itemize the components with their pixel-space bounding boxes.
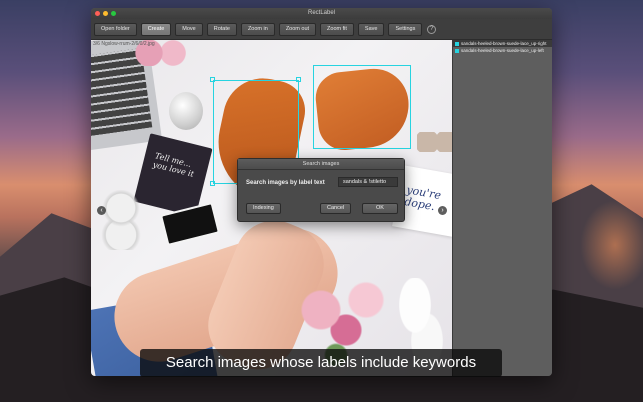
next-image-icon[interactable]: › — [438, 206, 447, 215]
dialog-title: Search images — [238, 159, 404, 170]
open-folder-button[interactable]: Open folder — [94, 22, 137, 36]
toolbar: Open folder Create Move Rotate Zoom in Z… — [91, 19, 552, 40]
search-label: Search images by label text — [246, 180, 325, 186]
window-title: RectLabel — [307, 10, 336, 16]
label-text: sandals-heeled-brown-suede-lace_up-left — [461, 48, 544, 53]
zoom-out-button[interactable]: Zoom out — [278, 22, 317, 36]
photo-kettle — [169, 92, 203, 130]
bbox-handle[interactable] — [210, 181, 215, 186]
label-color-swatch — [455, 41, 459, 46]
sunset-glow — [580, 200, 643, 290]
bounding-box-right[interactable] — [313, 65, 411, 149]
zoom-fit-button[interactable]: Zoom fit — [320, 22, 354, 36]
search-images-dialog: Search images Search images by label tex… — [237, 158, 405, 222]
save-button[interactable]: Save — [357, 22, 385, 36]
label-list-item[interactable]: sandals-heeled-brown-suede-lace_up-left — [453, 47, 552, 54]
app-window: RectLabel Open folder Create Move Rotate… — [91, 8, 552, 376]
zoom-in-button[interactable]: Zoom in — [240, 22, 275, 36]
label-text: sandals-heeled-brown-suede-lace_up-right — [461, 41, 547, 46]
traffic-lights — [95, 11, 116, 16]
zoom-window-button[interactable] — [111, 11, 116, 16]
ok-button[interactable]: OK — [362, 203, 398, 214]
move-button[interactable]: Move — [175, 22, 203, 36]
image-filename: 3/6 Ngslow-rrum-2/6/0/2.jpg — [93, 41, 155, 47]
title-bar: RectLabel — [91, 8, 552, 19]
label-color-swatch — [455, 48, 459, 53]
label-list-item[interactable]: sandals-heeled-brown-suede-lace_up-right — [453, 40, 552, 47]
photo-earbuds — [101, 190, 141, 250]
minimize-window-button[interactable] — [103, 11, 108, 16]
label-list-panel: sandals-heeled-brown-suede-lace_up-right… — [452, 40, 552, 376]
bbox-handle[interactable] — [210, 77, 215, 82]
rotate-button[interactable]: Rotate — [206, 22, 237, 36]
search-input[interactable] — [338, 177, 398, 187]
book-text: Tell me... you love it — [151, 151, 195, 179]
create-button[interactable]: Create — [140, 22, 172, 36]
bbox-handle[interactable] — [296, 77, 301, 82]
caption-banner: Search images whose labels include keywo… — [140, 349, 502, 377]
indexing-button[interactable]: Indexing — [246, 203, 281, 214]
cancel-button[interactable]: Cancel — [320, 203, 352, 214]
help-icon[interactable]: ? — [427, 24, 437, 34]
photo-sunglasses — [417, 132, 452, 152]
settings-button[interactable]: Settings — [388, 22, 423, 36]
close-window-button[interactable] — [95, 11, 100, 16]
previous-image-icon[interactable]: ‹ — [97, 206, 106, 215]
